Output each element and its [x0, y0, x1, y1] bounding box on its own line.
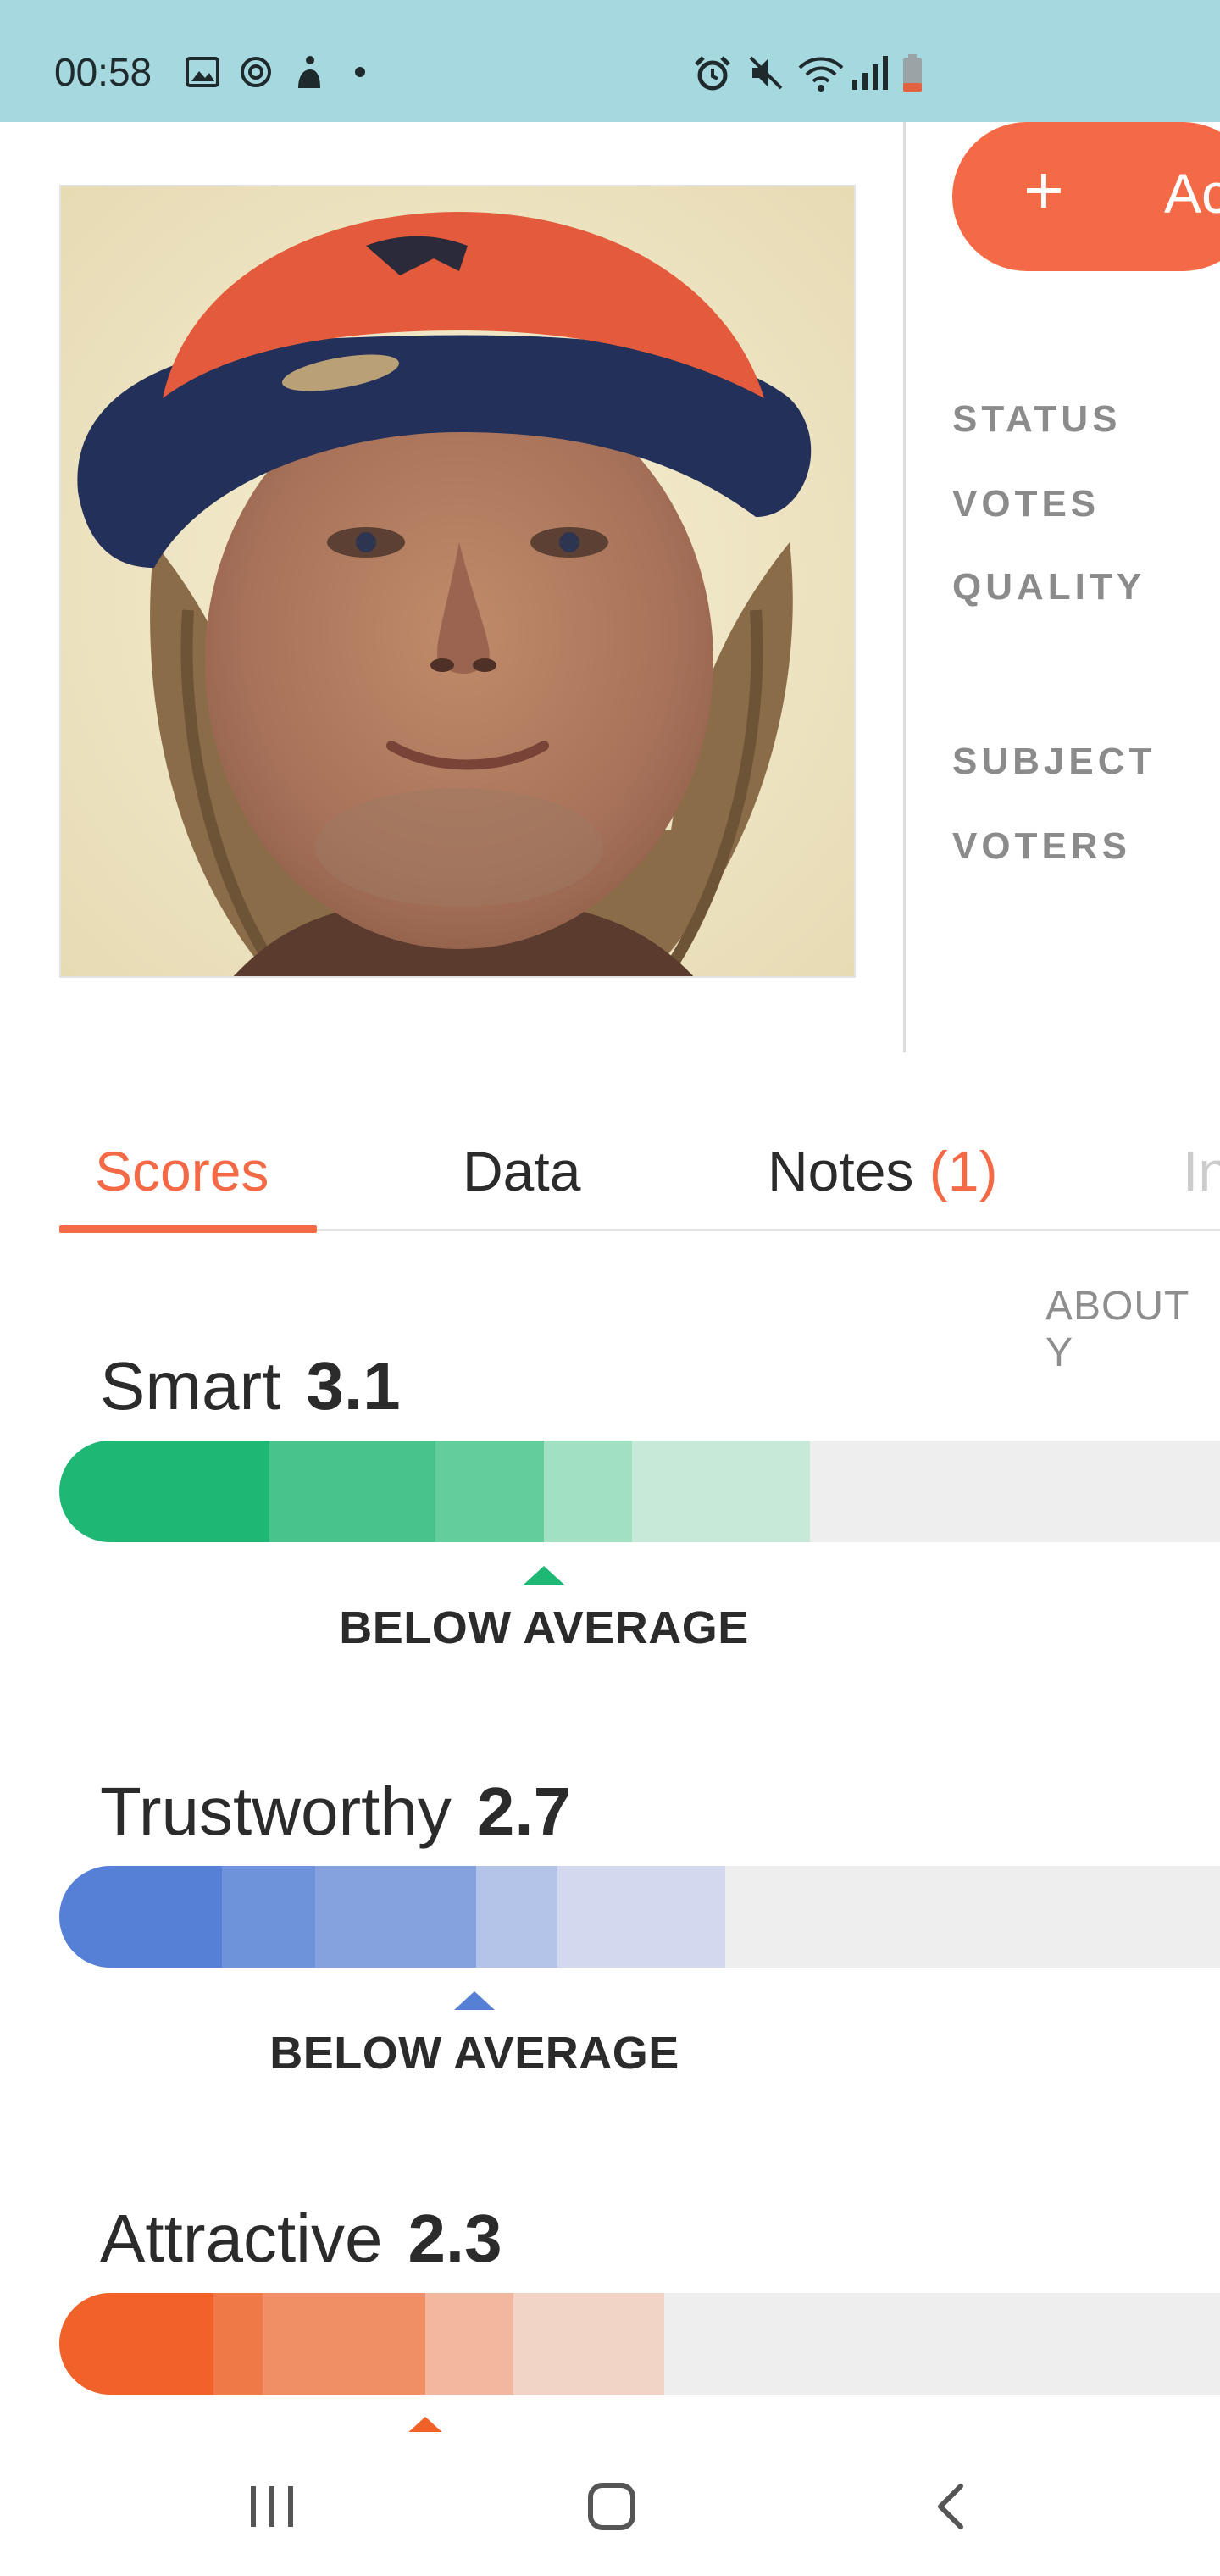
about-label: ABOUT Y: [1045, 1284, 1190, 1375]
plus-icon: +: [1023, 152, 1064, 229]
attractive-score-title: Attractive 2.3: [100, 2200, 502, 2278]
trustworthy-verdict: BELOW AVERAGE: [269, 2028, 679, 2079]
smart-marker-icon: [524, 1566, 564, 1585]
battery-icon: [903, 54, 922, 92]
tab-scores[interactable]: Scores: [95, 1139, 269, 1203]
trustworthy-bar-segment: [476, 1866, 557, 1968]
smart-score-bar: [59, 1441, 1220, 1542]
attractive-bar-segment: [214, 2293, 263, 2395]
accessibility-icon: [298, 56, 320, 88]
attractive-label: Attractive: [100, 2201, 383, 2276]
tab-in[interactable]: In: [1183, 1139, 1220, 1203]
tab-in-label: In: [1183, 1140, 1220, 1202]
add-button[interactable]: + Ac: [952, 122, 1220, 271]
navigation-bar: [0, 2432, 1220, 2576]
attractive-bar-segment: [59, 2293, 214, 2395]
smart-bar-segment: [435, 1441, 544, 1542]
recent-apps-icon[interactable]: [246, 2483, 298, 2530]
active-tab-indicator: [59, 1225, 317, 1233]
trustworthy-bar-segment: [557, 1866, 725, 1968]
trustworthy-value: 2.7: [476, 1774, 572, 1849]
attractive-bar-segment: [513, 2293, 664, 2395]
signal-icon: [852, 56, 888, 90]
smart-value: 3.1: [306, 1348, 401, 1424]
status-label: STATUS: [952, 398, 1122, 440]
smart-score-title: Smart 3.1: [100, 1347, 401, 1425]
status-time: 00:58: [54, 50, 152, 94]
voters-label: VOTERS: [952, 825, 1131, 867]
quality-label: QUALITY: [952, 566, 1146, 608]
smart-bar-segment: [59, 1441, 269, 1542]
back-icon[interactable]: [934, 2483, 968, 2530]
vertical-divider: [903, 122, 906, 1052]
trustworthy-bar-segment: [315, 1866, 476, 1968]
smart-bar-segment: [544, 1441, 632, 1542]
smart-bar-segment: [632, 1441, 810, 1542]
trustworthy-score-title: Trustworthy 2.7: [100, 1773, 571, 1851]
attractive-bar-segment: [425, 2293, 513, 2395]
tab-notes[interactable]: Notes (1): [768, 1139, 997, 1203]
home-icon[interactable]: [586, 2481, 637, 2532]
trustworthy-marker-icon: [454, 1991, 495, 2010]
smart-bar-segment: [269, 1441, 435, 1542]
tab-data[interactable]: Data: [463, 1139, 580, 1203]
smart-label: Smart: [100, 1348, 281, 1424]
trustworthy-bar-segment: [222, 1866, 315, 1968]
sync-icon: [241, 57, 271, 87]
dot-icon: [355, 67, 365, 77]
add-button-label: Ac: [1164, 162, 1220, 225]
attractive-score-bar: [59, 2293, 1220, 2395]
smart-verdict: BELOW AVERAGE: [339, 1602, 749, 1653]
selfie-photo: [61, 186, 854, 976]
status-bar: 00:58: [0, 0, 1220, 122]
attractive-bar-segment: [263, 2293, 425, 2395]
tab-data-label: Data: [463, 1140, 581, 1202]
votes-label: VOTES: [952, 483, 1101, 525]
trustworthy-bar-segment: [59, 1866, 222, 1968]
alarm-icon: [695, 56, 730, 91]
profile-photo: [59, 185, 856, 978]
notes-count-badge: (1): [929, 1140, 998, 1202]
trustworthy-label: Trustworthy: [100, 1774, 452, 1849]
image-icon: [186, 57, 219, 87]
wifi-icon: [798, 57, 844, 92]
mute-icon: [749, 56, 783, 90]
subject-label: SUBJECT: [952, 741, 1156, 782]
tab-notes-label: Notes: [768, 1140, 914, 1202]
tab-scores-label: Scores: [95, 1140, 269, 1202]
attractive-value: 2.3: [408, 2201, 502, 2276]
trustworthy-score-bar: [59, 1866, 1220, 1968]
